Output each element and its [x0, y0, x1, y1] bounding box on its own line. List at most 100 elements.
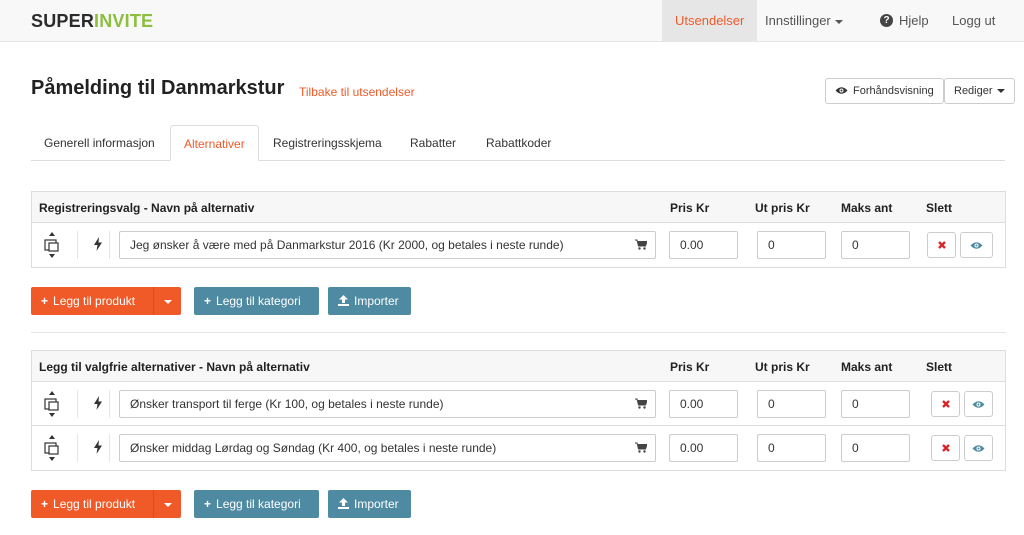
section-divider: [31, 332, 1006, 333]
top-navbar: SUPERINVITE Utsendelser Innstillinger ? H…: [0, 0, 1024, 42]
column-header-name: Legg til valgfrie alternativer - Navn på…: [39, 360, 310, 374]
edit-dropdown-button[interactable]: Rediger: [944, 78, 1015, 104]
import-label: Importer: [354, 294, 399, 308]
column-header-max: Maks ant: [841, 201, 893, 215]
add-category-button[interactable]: + Legg til kategori: [194, 287, 319, 315]
option-name-field[interactable]: Ønsker transport til ferge (Kr 100, og b…: [119, 390, 656, 418]
price-value: 0.00: [680, 397, 704, 411]
out-price-field[interactable]: 0: [757, 390, 826, 418]
bolt-icon[interactable]: [92, 237, 104, 251]
eye-icon: [972, 401, 985, 408]
drag-handle-icon[interactable]: [42, 435, 62, 461]
bolt-icon[interactable]: [92, 396, 104, 410]
drag-handle-icon[interactable]: [42, 391, 62, 417]
brand-logo[interactable]: SUPERINVITE: [31, 11, 153, 32]
chevron-down-icon: [834, 19, 843, 24]
brand-part-2: INVITE: [94, 11, 154, 31]
panel-header: Registreringsvalg - Navn på alternativ P…: [32, 192, 1005, 223]
drag-handle-icon[interactable]: [42, 232, 62, 258]
add-product-dropdown-toggle[interactable]: [153, 287, 181, 315]
add-product-dropdown-toggle[interactable]: [153, 490, 181, 518]
tab-rabatter[interactable]: Rabatter: [397, 125, 469, 161]
preview-button[interactable]: Forhåndsvisning: [825, 78, 944, 104]
add-category-label: Legg til kategori: [216, 294, 301, 308]
page-title: Påmelding til Danmarkstur: [31, 77, 285, 99]
back-link[interactable]: Tilbake til utsendelser: [299, 85, 415, 99]
out-price-field[interactable]: 0: [757, 231, 826, 259]
column-header-out-price: Ut pris Kr: [755, 201, 810, 215]
nav-utsendelser[interactable]: Utsendelser: [662, 0, 758, 42]
view-button[interactable]: [960, 232, 993, 258]
add-category-label: Legg til kategori: [216, 497, 301, 511]
add-product-label: Legg til produkt: [53, 497, 136, 511]
view-button[interactable]: [964, 435, 993, 461]
tab-generell-informasjon[interactable]: Generell informasjon: [31, 125, 168, 161]
eye-icon: [835, 86, 848, 94]
divider: [77, 434, 78, 462]
plus-icon: +: [41, 294, 49, 308]
out-price-value: 0: [768, 238, 775, 252]
delete-button[interactable]: [931, 391, 960, 417]
edit-button-label: Rediger: [954, 85, 993, 97]
add-product-button[interactable]: + Legg til produkt: [31, 287, 181, 315]
import-button[interactable]: Importer: [328, 490, 411, 518]
max-quantity-field[interactable]: 0: [841, 231, 910, 259]
column-header-max: Maks ant: [841, 360, 893, 374]
column-header-price: Pris Kr: [670, 360, 710, 374]
delete-button[interactable]: [927, 232, 956, 258]
registration-options-panel: Registreringsvalg - Navn på alternativ P…: [31, 191, 1006, 268]
cart-icon: [635, 442, 647, 453]
option-name-field[interactable]: Jeg ønsker å være med på Danmarkstur 201…: [119, 231, 656, 259]
price-field[interactable]: 0.00: [669, 434, 738, 462]
max-quantity-field[interactable]: 0: [841, 434, 910, 462]
chevron-down-icon: [996, 89, 1005, 94]
tab-rabattkoder[interactable]: Rabattkoder: [473, 125, 564, 161]
nav-logout[interactable]: Logg ut: [939, 0, 1008, 42]
option-row: Ønsker transport til ferge (Kr 100, og b…: [32, 382, 1005, 426]
nav-hjelp[interactable]: ? Hjelp: [867, 0, 942, 42]
tab-alternativer[interactable]: Alternativer: [170, 125, 259, 161]
out-price-value: 0: [768, 441, 775, 455]
out-price-field[interactable]: 0: [757, 434, 826, 462]
chevron-down-icon: [163, 299, 172, 304]
preview-button-label: Forhåndsvisning: [853, 85, 934, 97]
import-label: Importer: [354, 497, 399, 511]
plus-icon: +: [204, 497, 212, 511]
option-name-value: Ønsker transport til ferge (Kr 100, og b…: [130, 397, 444, 411]
tab-registreringsskjema[interactable]: Registreringsskjema: [260, 125, 395, 161]
add-product-button[interactable]: + Legg til produkt: [31, 490, 181, 518]
nav-utsendelser-label: Utsendelser: [675, 13, 745, 28]
tab-bar: Generell informasjon Alternativer Regist…: [31, 125, 1005, 161]
delete-button[interactable]: [931, 435, 960, 461]
bolt-icon[interactable]: [92, 440, 104, 454]
divider: [109, 390, 110, 418]
view-button[interactable]: [964, 391, 993, 417]
column-header-name: Registreringsvalg - Navn på alternativ: [39, 201, 255, 215]
option-name-value: Jeg ønsker å være med på Danmarkstur 201…: [130, 238, 564, 252]
question-circle-icon: ?: [880, 14, 893, 28]
upload-icon: [338, 498, 349, 510]
divider: [109, 231, 110, 259]
option-row: Ønsker middag Lørdag og Søndag (Kr 400, …: [32, 426, 1005, 470]
plus-icon: +: [41, 497, 49, 511]
price-field[interactable]: 0.00: [669, 231, 738, 259]
remove-icon: [941, 400, 950, 408]
add-category-button[interactable]: + Legg til kategori: [194, 490, 319, 518]
max-quantity-field[interactable]: 0: [841, 390, 910, 418]
add-product-label: Legg til produkt: [53, 294, 136, 308]
column-header-price: Pris Kr: [670, 201, 710, 215]
column-header-delete: Slett: [926, 201, 953, 215]
max-quantity-value: 0: [852, 238, 859, 252]
nav-hjelp-label: Hjelp: [899, 13, 929, 28]
nav-innstillinger-dropdown[interactable]: Innstillinger: [752, 0, 856, 42]
divider: [109, 434, 110, 462]
optional-options-panel: Legg til valgfrie alternativer - Navn på…: [31, 350, 1006, 471]
eye-icon: [970, 242, 983, 249]
option-name-field[interactable]: Ønsker middag Lørdag og Søndag (Kr 400, …: [119, 434, 656, 462]
price-field[interactable]: 0.00: [669, 390, 738, 418]
import-button[interactable]: Importer: [328, 287, 411, 315]
option-row: Jeg ønsker å være med på Danmarkstur 201…: [32, 223, 1005, 267]
nav-innstillinger-label: Innstillinger: [765, 13, 831, 28]
divider: [77, 390, 78, 418]
max-quantity-value: 0: [852, 441, 859, 455]
